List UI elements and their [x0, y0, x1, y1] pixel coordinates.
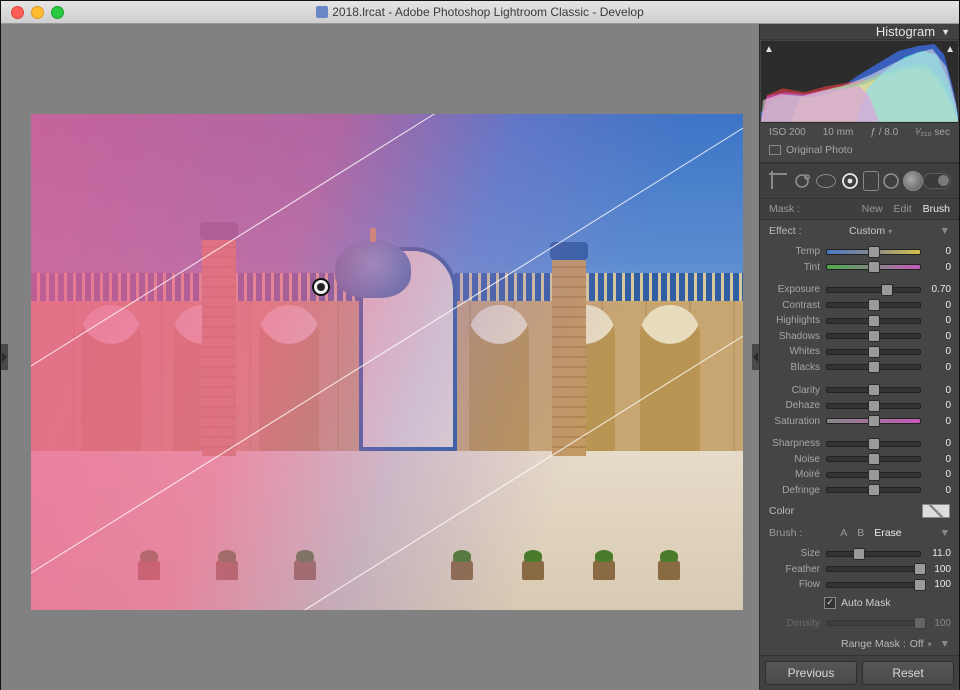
titlebar: 2018.lrcat - Adobe Photoshop Lightroom C…: [1, 1, 959, 24]
original-photo-toggle[interactable]: Original Photo: [760, 141, 959, 162]
slider-sharpness[interactable]: Sharpness0: [768, 436, 951, 452]
brush-a[interactable]: A: [840, 527, 847, 539]
slider-defringe[interactable]: Defringe0: [768, 483, 951, 499]
slider-flow[interactable]: Flow100: [768, 577, 951, 593]
lr-file-icon: [316, 6, 328, 18]
mask-overlay: [31, 114, 743, 610]
slider-noise[interactable]: Noise0: [768, 452, 951, 468]
adjustment-pin[interactable]: [312, 278, 330, 296]
chevron-down-icon: ▼: [941, 27, 950, 37]
radial-filter-tool[interactable]: [863, 171, 879, 191]
slider-contrast[interactable]: Contrast0: [768, 298, 951, 314]
window-title: 2018.lrcat - Adobe Photoshop Lightroom C…: [1, 5, 959, 19]
panel-switch[interactable]: [923, 173, 951, 189]
redeye-tool[interactable]: [814, 169, 838, 193]
mask-brush[interactable]: Brush: [923, 203, 950, 215]
range-mask-row[interactable]: Range Mask :Off▾▼: [760, 633, 959, 655]
brush-disclosure[interactable]: ▼: [940, 527, 950, 539]
reset-button[interactable]: Reset: [862, 661, 954, 685]
radial-circle-tool[interactable]: [879, 169, 903, 193]
slider-highlights[interactable]: Highlights0: [768, 313, 951, 329]
slider-tint[interactable]: Tint0: [768, 260, 951, 276]
slider-size[interactable]: Size11.0: [768, 546, 951, 562]
effect-row: Effect : Custom▾ ▼: [760, 220, 959, 239]
previous-button[interactable]: Previous: [765, 661, 857, 685]
slider-blacks[interactable]: Blacks0: [768, 360, 951, 376]
color-swatch[interactable]: [922, 504, 950, 518]
slider-clarity[interactable]: Clarity0: [768, 382, 951, 398]
color-row: Color: [760, 500, 959, 522]
slider-exposure[interactable]: Exposure0.70: [768, 282, 951, 298]
effect-label: Effect :: [769, 225, 802, 237]
histogram-header[interactable]: Histogram▼: [760, 24, 959, 40]
slider-shadows[interactable]: Shadows0: [768, 329, 951, 345]
collapse-right-panel-handle[interactable]: [752, 344, 759, 370]
slider-whites[interactable]: Whites0: [768, 344, 951, 360]
spot-removal-tool[interactable]: [790, 169, 814, 193]
effect-dropdown[interactable]: Custom▾: [849, 225, 892, 237]
slider-feather[interactable]: Feather100: [768, 562, 951, 578]
brush-erase[interactable]: Erase: [874, 527, 901, 539]
exif-row: ISO 20010 mmƒ / 8.0¹⁄₂₁₀ sec: [760, 124, 959, 141]
graduated-filter-tool[interactable]: [838, 169, 862, 193]
brush-b[interactable]: B: [857, 527, 864, 539]
develop-panel: Histogram▼ ▲▲ ISO 20010 mmƒ / 8.0: [759, 24, 959, 690]
slider-saturation[interactable]: Saturation0: [768, 413, 951, 429]
mask-edit[interactable]: Edit: [894, 203, 912, 215]
color-label: Color: [769, 505, 794, 517]
mask-new[interactable]: New: [862, 203, 883, 215]
square-icon: [769, 145, 781, 155]
adjustment-brush-tool[interactable]: [903, 171, 923, 191]
slider-dehaze[interactable]: Dehaze0: [768, 398, 951, 414]
histogram[interactable]: ▲▲: [761, 41, 958, 123]
automask-checkbox[interactable]: ✓Auto Mask: [760, 595, 959, 611]
slider-temp[interactable]: Temp0: [768, 244, 951, 260]
photo-preview[interactable]: [31, 114, 743, 610]
minimize-window-button[interactable]: [31, 6, 44, 19]
brush-row: Brush : A B Erase ▼: [760, 522, 959, 541]
zoom-window-button[interactable]: [51, 6, 64, 19]
crop-tool[interactable]: [768, 170, 790, 192]
expand-left-panel-handle[interactable]: [1, 344, 8, 370]
mask-row: Mask : New Edit Brush: [760, 199, 959, 220]
effect-disclosure[interactable]: ▼: [940, 225, 950, 237]
slider-density[interactable]: Density100: [768, 616, 951, 632]
close-window-button[interactable]: [11, 6, 24, 19]
image-canvas[interactable]: [1, 24, 759, 690]
slider-moiré[interactable]: Moiré0: [768, 467, 951, 483]
app-window: 2018.lrcat - Adobe Photoshop Lightroom C…: [0, 0, 960, 690]
tool-strip: [760, 163, 959, 199]
